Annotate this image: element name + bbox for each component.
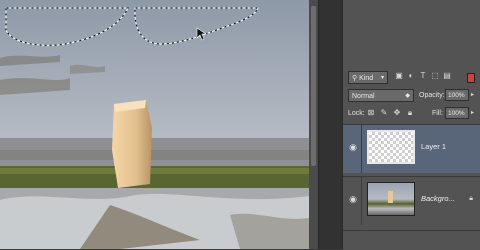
lock-all-icon[interactable]: 🔒︎ bbox=[406, 108, 414, 117]
filter-kind-dropdown[interactable]: ⚲ Kind ▾ bbox=[348, 71, 388, 84]
opacity-label: Opacity: bbox=[419, 92, 445, 99]
chevron-down-icon: ▾ bbox=[380, 75, 384, 81]
layer-thumbnail[interactable] bbox=[367, 130, 415, 164]
blend-mode-value: Normal bbox=[352, 93, 375, 100]
document-canvas[interactable] bbox=[0, 0, 309, 249]
scrollbar-thumb[interactable] bbox=[311, 6, 316, 166]
opacity-slider-arrow-icon[interactable]: ▸ bbox=[471, 89, 474, 101]
thumbnail-stone-detail bbox=[388, 191, 393, 203]
layer-visibility-separator bbox=[361, 177, 362, 225]
lock-label: Lock: bbox=[348, 110, 365, 117]
blend-mode-dropdown[interactable]: Normal ◆ bbox=[348, 89, 414, 102]
panel-header-area bbox=[343, 0, 480, 62]
image-filter-icon[interactable]: ▣ bbox=[395, 72, 403, 80]
type-filter-icon[interactable]: T bbox=[419, 72, 427, 80]
fill-slider-arrow-icon[interactable]: ▸ bbox=[471, 107, 474, 119]
layer-name[interactable]: Layer 1 bbox=[421, 141, 446, 153]
layer-name[interactable]: Backgro... bbox=[421, 193, 455, 205]
blend-opacity-row: Normal ◆ Opacity: 100% ▸ bbox=[343, 88, 480, 104]
layer-visibility-separator bbox=[361, 125, 362, 173]
fill-input[interactable]: 100% bbox=[445, 107, 469, 119]
lock-icon: 🔒︎ bbox=[469, 195, 473, 202]
lock-position-icon[interactable]: ✥ bbox=[393, 108, 401, 117]
layer-row-background[interactable]: ◉ Backgro... 🔒︎ bbox=[343, 176, 480, 225]
layers-empty-area bbox=[343, 230, 480, 250]
lock-transparent-icon[interactable]: ⊠ bbox=[367, 108, 375, 117]
layer-row-layer-1[interactable]: ◉ Layer 1 bbox=[343, 124, 480, 173]
layer-thumbnail[interactable] bbox=[367, 182, 415, 216]
eye-icon[interactable]: ◉ bbox=[347, 141, 359, 153]
chevron-down-icon: ◆ bbox=[405, 93, 410, 99]
layer-filter-row: ⚲ Kind ▾ ▣ ◐ T ⬚ ▤ bbox=[343, 70, 480, 86]
panel-dock-divider bbox=[318, 0, 343, 249]
opacity-input[interactable]: 100% bbox=[445, 89, 469, 101]
eye-icon[interactable]: ◉ bbox=[347, 193, 359, 205]
smart-object-filter-icon[interactable]: ▤ bbox=[443, 72, 451, 80]
canvas-artwork bbox=[0, 0, 309, 249]
search-icon: ⚲ bbox=[352, 75, 358, 82]
lock-image-icon[interactable]: ✎ bbox=[380, 108, 388, 117]
fill-label: Fill: bbox=[432, 110, 443, 117]
shape-filter-icon[interactable]: ⬚ bbox=[431, 72, 439, 80]
lock-fill-row: Lock: ⊠ ✎ ✥ 🔒︎ Fill: 100% ▸ bbox=[343, 106, 480, 122]
canvas-vertical-scrollbar[interactable] bbox=[309, 0, 318, 249]
filter-toggle-switch[interactable] bbox=[467, 73, 475, 83]
filter-kind-label: Kind bbox=[359, 75, 374, 82]
adjustment-filter-icon[interactable]: ◐ bbox=[407, 72, 415, 80]
layers-panel: ⚲ Kind ▾ ▣ ◐ T ⬚ ▤ Normal ◆ Opacity: 100… bbox=[342, 0, 480, 250]
